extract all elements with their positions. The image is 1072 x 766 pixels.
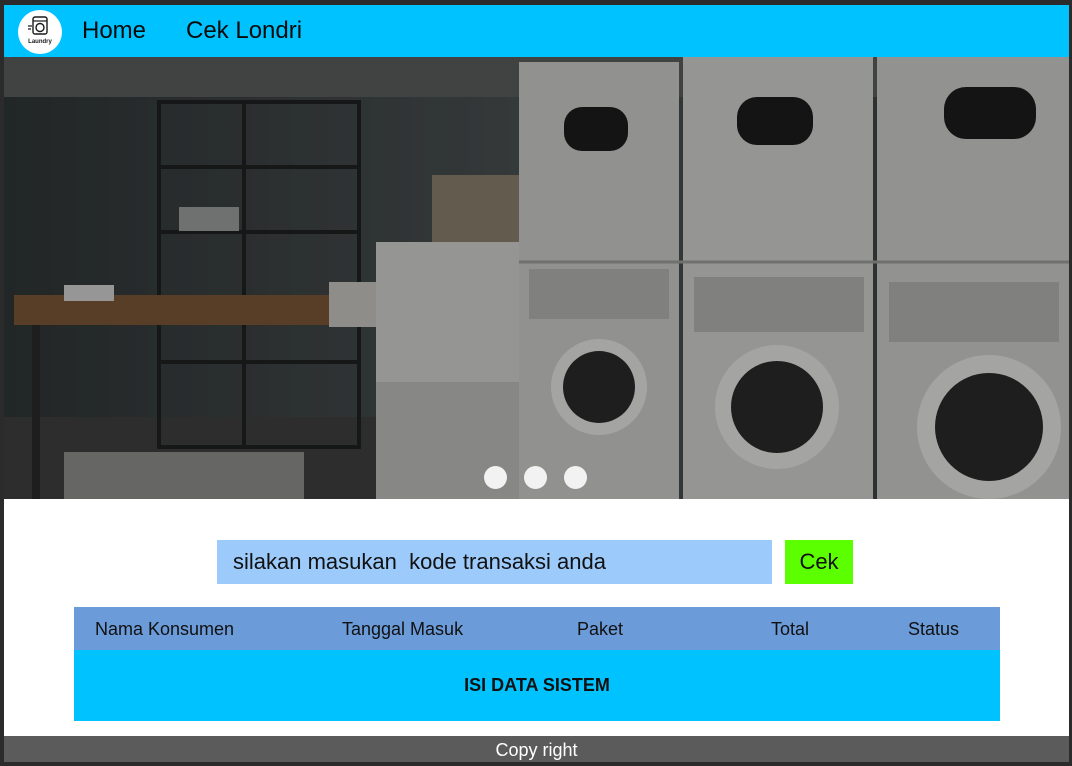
transaction-code-input[interactable] bbox=[217, 540, 772, 584]
nav-home-link[interactable]: Home bbox=[82, 17, 146, 45]
carousel-dot-3[interactable] bbox=[564, 466, 587, 489]
header-paket: Paket bbox=[577, 619, 624, 639]
nav-cek-londri-link[interactable]: Cek Londri bbox=[186, 17, 302, 45]
transaction-table: Nama Konsumen Tanggal Masuk Paket Total … bbox=[74, 607, 1000, 721]
hero-carousel bbox=[4, 57, 1069, 499]
copyright-text: Copy right bbox=[495, 740, 578, 760]
logo-text: Laundry bbox=[28, 39, 52, 45]
cek-button[interactable]: Cek bbox=[785, 540, 853, 584]
navbar: Laundry Home Cek Londri bbox=[4, 5, 1069, 57]
carousel-dot-2[interactable] bbox=[524, 466, 547, 489]
header-total: Total bbox=[771, 619, 810, 639]
table-header: Nama Konsumen Tanggal Masuk Paket Total … bbox=[74, 607, 1000, 650]
washing-machine-icon bbox=[28, 16, 48, 35]
header-nama-konsumen: Nama Konsumen bbox=[95, 619, 235, 639]
header-tanggal-masuk: Tanggal Masuk bbox=[342, 619, 464, 639]
logo[interactable]: Laundry bbox=[18, 10, 62, 54]
page-frame: Laundry Home Cek Londri silakan masukan … bbox=[4, 5, 1069, 762]
table-body: ISI DATA SISTEM bbox=[74, 650, 1000, 721]
header-status: Status bbox=[908, 619, 960, 639]
footer: Copy right bbox=[4, 736, 1069, 762]
carousel-dot-1[interactable] bbox=[484, 466, 507, 489]
table-body-text: ISI DATA SISTEM bbox=[464, 675, 610, 695]
laundromat-photo bbox=[4, 57, 1069, 499]
